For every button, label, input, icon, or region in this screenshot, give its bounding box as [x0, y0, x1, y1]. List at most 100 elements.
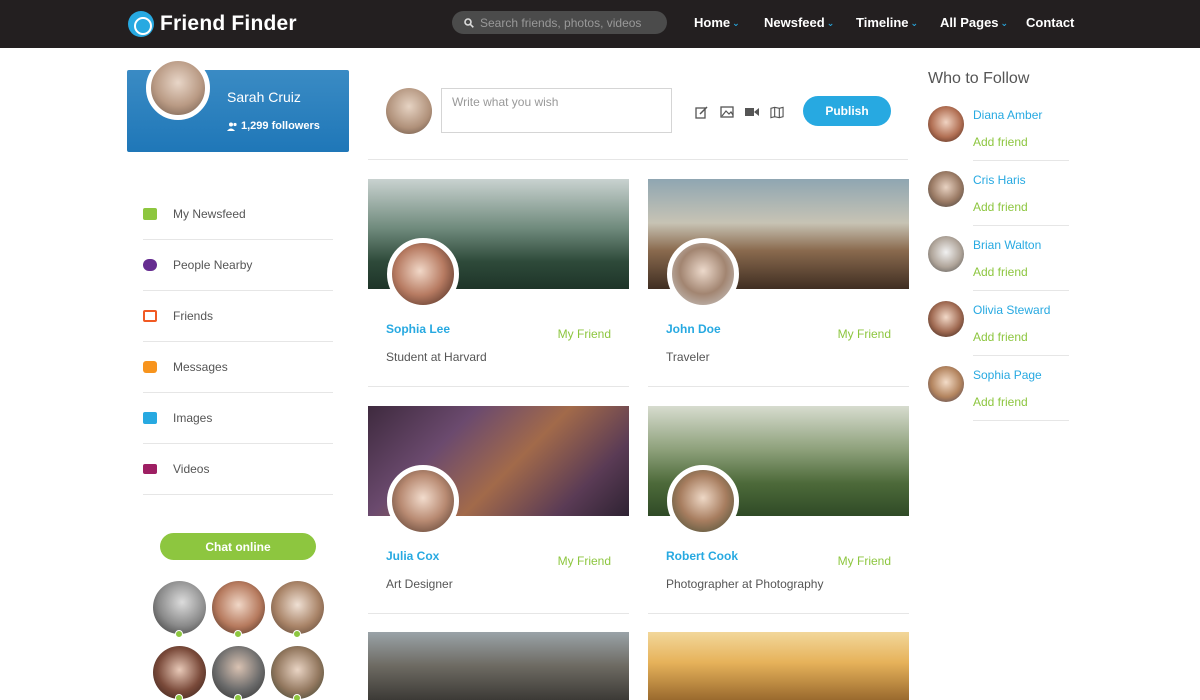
suggestion-avatar[interactable] — [928, 106, 964, 142]
sidebar-item-label: Images — [173, 411, 213, 425]
add-friend-link[interactable]: Add friend — [973, 265, 1028, 279]
friend-name[interactable]: Sophia Lee — [386, 322, 450, 336]
suggestion-name[interactable]: Olivia Steward — [973, 303, 1050, 317]
chat-online-button[interactable]: Chat online — [160, 533, 316, 560]
chevron-down-icon: ⌄ — [826, 18, 835, 28]
add-friend-link[interactable]: Add friend — [973, 395, 1028, 409]
sidebar-item-friends[interactable]: Friends — [143, 291, 333, 342]
brand-logo[interactable]: Friend Finder — [128, 10, 297, 38]
suggestion-name[interactable]: Cris Haris — [973, 173, 1026, 187]
post-input[interactable] — [441, 88, 672, 133]
image-icon[interactable] — [720, 105, 734, 119]
who-to-follow-title: Who to Follow — [928, 70, 1030, 87]
friend-card: John Doe My Friend Traveler — [648, 179, 909, 387]
composer-avatar — [386, 88, 432, 134]
sidebar-item-people-nearby[interactable]: People Nearby — [143, 240, 333, 291]
add-friend-link[interactable]: Add friend — [973, 330, 1028, 344]
friend-role: Art Designer — [386, 577, 453, 591]
online-status-dot — [234, 630, 242, 638]
friend-card: Robert Cook My Friend Photographer at Ph… — [648, 406, 909, 614]
profile-card: Sarah Cruiz 1,299 followers — [127, 56, 349, 152]
friend-avatar[interactable] — [667, 465, 739, 537]
suggestion-name[interactable]: Sophia Page — [973, 368, 1042, 382]
friend-role: Photographer at Photography — [666, 577, 824, 591]
friend-relation: My Friend — [557, 327, 611, 341]
edit-icon[interactable] — [694, 105, 708, 119]
friend-avatar[interactable] — [387, 238, 459, 310]
nav-all-pages[interactable]: All Pages ⌄ — [940, 15, 1008, 30]
search-input[interactable] — [480, 15, 660, 30]
friend-card: Sophia Lee My Friend Student at Harvard — [368, 179, 629, 387]
logo-icon — [128, 11, 154, 37]
online-user-avatar[interactable] — [212, 581, 265, 634]
nav-home[interactable]: Home ⌄ — [694, 15, 740, 30]
map-icon[interactable] — [770, 105, 784, 119]
divider — [973, 225, 1069, 226]
friend-name[interactable]: Robert Cook — [666, 549, 738, 563]
sidebar-item-label: Videos — [173, 462, 210, 476]
search-icon — [464, 17, 474, 28]
online-user-avatar[interactable] — [212, 646, 265, 699]
sidebar-item-videos[interactable]: Videos — [143, 444, 333, 495]
suggestion-item: Olivia Steward Add friend — [928, 301, 1069, 365]
suggestion-name[interactable]: Diana Amber — [973, 108, 1042, 122]
suggestion-avatar[interactable] — [928, 171, 964, 207]
search-bar[interactable] — [452, 11, 667, 34]
profile-avatar[interactable] — [146, 56, 210, 120]
friend-relation: My Friend — [557, 554, 611, 568]
online-status-dot — [175, 694, 183, 700]
profile-followers: 1,299 followers — [227, 120, 320, 132]
suggestion-name[interactable]: Brian Walton — [973, 238, 1041, 252]
videos-icon — [143, 464, 157, 474]
online-status-dot — [293, 694, 301, 700]
friends-icon — [143, 310, 157, 322]
friend-name[interactable]: John Doe — [666, 322, 721, 336]
sidebar-item-label: People Nearby — [173, 258, 253, 272]
online-status-dot — [234, 694, 242, 700]
people-icon — [143, 259, 157, 271]
friend-avatar[interactable] — [387, 465, 459, 537]
nav-contact-label: Contact — [1026, 15, 1075, 30]
online-user-avatar[interactable] — [271, 646, 324, 699]
online-user-avatar[interactable] — [153, 646, 206, 699]
nav-newsfeed-label: Newsfeed — [764, 15, 825, 30]
sidebar-item-label: Friends — [173, 309, 214, 323]
sidebar-item-newsfeed[interactable]: My Newsfeed — [143, 189, 333, 240]
brand-name: Friend Finder — [160, 12, 297, 35]
suggestion-item: Cris Haris Add friend — [928, 171, 1069, 235]
add-friend-link[interactable]: Add friend — [973, 135, 1028, 149]
profile-name[interactable]: Sarah Cruiz — [227, 89, 301, 105]
online-status-dot — [175, 630, 183, 638]
chevron-down-icon: ⌄ — [910, 18, 919, 28]
online-user-avatar[interactable] — [271, 581, 324, 634]
divider — [973, 420, 1069, 421]
suggestion-avatar[interactable] — [928, 236, 964, 272]
publish-button[interactable]: Publish — [803, 96, 891, 126]
friend-role: Traveler — [666, 350, 710, 364]
card-cover-image — [368, 632, 629, 700]
nav-all-pages-label: All Pages — [940, 15, 999, 30]
composer-divider — [368, 159, 908, 160]
top-navbar: Friend Finder Home⌄ Newsfeed⌄ Timeline⌄ … — [0, 0, 1200, 48]
images-icon — [143, 412, 157, 424]
friend-role: Student at Harvard — [386, 350, 487, 364]
friend-relation: My Friend — [837, 327, 891, 341]
friend-avatar[interactable] — [667, 238, 739, 310]
suggestion-avatar[interactable] — [928, 301, 964, 337]
followers-count: 1,299 followers — [241, 120, 320, 132]
suggestion-item: Sophia Page Add friend — [928, 366, 1069, 430]
nav-timeline[interactable]: Timeline ⌄ — [856, 15, 918, 30]
nav-newsfeed[interactable]: Newsfeed ⌄ — [764, 15, 834, 30]
friend-name[interactable]: Julia Cox — [386, 549, 439, 563]
newsfeed-icon — [143, 208, 157, 220]
friend-card: Julia Cox My Friend Art Designer — [368, 406, 629, 614]
video-icon[interactable] — [745, 105, 759, 119]
nav-contact[interactable]: Contact — [1026, 15, 1074, 30]
suggestion-avatar[interactable] — [928, 366, 964, 402]
sidebar-item-images[interactable]: Images — [143, 393, 333, 444]
add-friend-link[interactable]: Add friend — [973, 200, 1028, 214]
sidebar-item-messages[interactable]: Messages — [143, 342, 333, 393]
online-user-avatar[interactable] — [153, 581, 206, 634]
sidebar-item-label: My Newsfeed — [173, 207, 246, 221]
card-cover-image — [648, 632, 909, 700]
